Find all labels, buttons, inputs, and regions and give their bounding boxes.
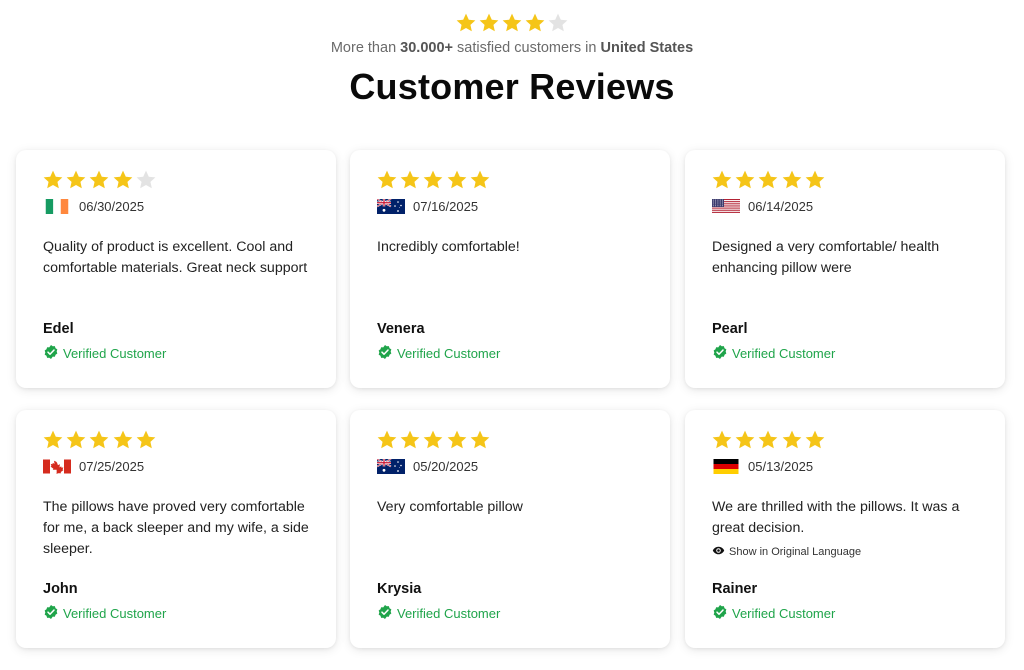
verified-badge: Verified Customer [43,604,166,623]
page-title: Customer Reviews [349,66,675,107]
eye-icon [712,544,729,560]
star-filled-icon [781,169,803,191]
star-filled-icon [781,429,803,451]
star-filled-icon [42,429,64,451]
star-filled-icon [711,429,733,451]
review-card: 05/20/2025 Very comfortable pillow Krysi… [350,410,670,648]
star-filled-icon [469,429,491,451]
review-card: 06/14/2025 Designed a very comfortable/ … [685,150,1005,388]
star-filled-icon [711,169,733,191]
show-original-language-link[interactable]: Show in Original Language [712,544,861,560]
star-filled-icon [501,12,523,34]
star-filled-icon [804,169,826,191]
star-filled-icon [112,429,134,451]
customer-count: 30.000+ [400,40,453,56]
star-filled-icon [757,429,779,451]
review-text: We are thrilled with the pillows. It was… [712,499,960,536]
star-filled-icon [42,169,64,191]
review-text: Quality of product is excellent. Cool an… [43,239,308,276]
star-filled-icon [446,429,468,451]
review-text: Incredibly comfortable! [377,239,520,255]
review-date: 06/30/2025 [79,198,145,214]
ireland-flag-icon [43,198,71,214]
star-filled-icon [524,12,546,34]
reviewer-name: Krysia [377,581,422,597]
customer-count-tagline: More than 30.000+ satisfied customers in… [330,40,694,56]
australia-flag-icon [377,198,405,214]
star-filled-icon [455,12,477,34]
verified-badge: Verified Customer [43,344,166,363]
verified-check-icon [712,604,732,623]
verified-badge: Verified Customer [712,344,835,363]
review-stars [376,429,492,451]
verified-badge: Verified Customer [712,604,835,623]
review-stars [42,169,158,191]
verified-badge: Verified Customer [377,604,500,623]
review-date: 06/14/2025 [748,198,814,214]
review-stars [711,169,827,191]
reviewer-name: Pearl [712,321,748,337]
review-card: 06/30/2025 Quality of product is excelle… [16,150,336,388]
verified-check-icon [43,604,63,623]
star-filled-icon [376,169,398,191]
star-filled-icon [65,169,87,191]
australia-flag-icon [377,458,405,474]
star-filled-icon [469,169,491,191]
star-filled-icon [804,429,826,451]
star-filled-icon [446,169,468,191]
customer-country: United States [600,40,694,56]
star-filled-icon [757,169,779,191]
star-filled-icon [399,429,421,451]
star-filled-icon [376,429,398,451]
review-date: 05/20/2025 [413,458,479,474]
overall-rating-stars [0,12,1024,36]
review-text: Designed a very comfortable/ health enha… [712,239,940,276]
star-filled-icon [399,169,421,191]
verified-check-icon [712,344,732,363]
star-filled-icon [88,169,110,191]
reviewer-name: Rainer [712,581,758,597]
reviewer-name: Venera [377,321,425,337]
star-empty-icon [547,12,569,34]
review-card: 07/25/2025 The pillows have proved very … [16,410,336,648]
review-stars [376,169,492,191]
star-filled-icon [112,169,134,191]
verified-check-icon [43,344,63,363]
verified-check-icon [377,344,397,363]
reviewer-name: Edel [43,321,74,337]
review-stars [42,429,158,451]
star-filled-icon [65,429,87,451]
review-date: 07/16/2025 [413,198,479,214]
verified-check-icon [377,604,397,623]
canada-flag-icon [43,459,71,474]
germany-flag-icon [712,458,740,474]
review-card: 07/16/2025 Incredibly comfortable! Vener… [350,150,670,388]
reviewer-name: John [43,581,78,597]
review-stars [711,429,827,451]
star-filled-icon [88,429,110,451]
star-filled-icon [478,12,500,34]
star-filled-icon [734,169,756,191]
review-card: 05/13/2025 We are thrilled with the pill… [685,410,1005,648]
star-filled-icon [135,429,157,451]
star-empty-icon [135,169,157,191]
usa-flag-icon [712,198,740,214]
review-date: 07/25/2025 [79,458,145,474]
star-filled-icon [422,429,444,451]
verified-badge: Verified Customer [377,344,500,363]
review-date: 05/13/2025 [748,458,814,474]
star-filled-icon [422,169,444,191]
review-text: Very comfortable pillow [377,499,523,515]
star-filled-icon [734,429,756,451]
review-text: The pillows have proved very comfortable… [43,499,309,557]
